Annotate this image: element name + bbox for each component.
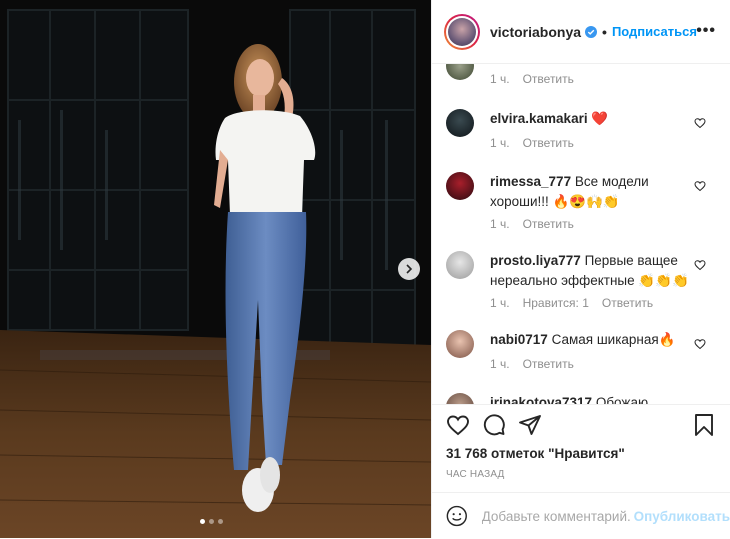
carousel-dot [218, 519, 223, 524]
reply-button[interactable]: Ответить [523, 136, 574, 150]
post-modal: victoriabonya • Подписаться ••• 1 ч. Отв… [0, 0, 730, 538]
paper-plane-icon[interactable] [518, 413, 542, 437]
carousel-indicator [200, 519, 223, 524]
commenter-username[interactable]: rimessa_777 [490, 174, 571, 189]
likes-count[interactable]: 31 768 отметок "Нравится" [446, 446, 625, 461]
post-actions: 31 768 отметок "Нравится" ЧАС НАЗАД [432, 404, 730, 480]
comment-like-icon[interactable] [694, 117, 706, 129]
comment-likes[interactable]: Нравится: 1 [523, 296, 589, 310]
comment-body: elvira.kamakari ❤️ [490, 109, 692, 129]
author-avatar[interactable] [444, 13, 480, 50]
add-comment-bar: Опубликовать [432, 492, 730, 539]
comment-like-icon[interactable] [694, 259, 706, 271]
comment-time[interactable]: 1 ч. [490, 357, 510, 371]
post-timestamp[interactable]: ЧАС НАЗАД [446, 469, 505, 480]
carousel-dot [200, 519, 205, 524]
commenter-avatar[interactable] [446, 330, 474, 358]
comment-meta: 1 ч. Нравится: 1 Ответить [490, 296, 653, 310]
comment-body: prosto.liya777 Первые ващее нереально эф… [490, 251, 692, 291]
commenter-avatar[interactable] [446, 393, 474, 404]
reply-button[interactable]: Ответить [523, 217, 574, 231]
comment-time[interactable]: 1 ч. [490, 217, 510, 231]
chevron-right-icon [406, 264, 413, 274]
comment-text: Обожаю [595, 395, 649, 404]
comments-list[interactable]: 1 ч. Ответить elvira.kamakari ❤️ 1 ч. От… [432, 64, 730, 404]
commenter-avatar[interactable] [446, 172, 474, 200]
author-username[interactable]: victoriabonya [490, 24, 581, 40]
post-header: victoriabonya • Подписаться ••• [432, 0, 730, 64]
comment-input[interactable] [479, 507, 634, 525]
comment-body: irinakotova7317 Обожаю [490, 393, 692, 404]
comment-time[interactable]: 1 ч. [490, 72, 510, 86]
follow-button[interactable]: Подписаться [612, 24, 697, 39]
commenter-avatar[interactable] [446, 251, 474, 279]
photo-scene [0, 0, 431, 538]
heart-icon[interactable] [446, 413, 470, 437]
comment-meta: 1 ч. Ответить [490, 357, 574, 371]
post-sidebar: victoriabonya • Подписаться ••• 1 ч. Отв… [431, 0, 730, 538]
commenter-username[interactable]: prosto.liya777 [490, 253, 581, 268]
commenter-username[interactable]: irinakotova7317 [490, 395, 592, 404]
reply-button[interactable]: Ответить [602, 296, 653, 310]
carousel-dot [209, 519, 214, 524]
comment-body: nabi0717 Самая шикарная🔥 [490, 330, 692, 350]
publish-comment-button[interactable]: Опубликовать [634, 509, 730, 524]
comment-like-icon[interactable] [694, 338, 706, 350]
comment-meta: 1 ч. Ответить [490, 72, 574, 86]
bookmark-icon[interactable] [692, 413, 716, 437]
comment-icon[interactable] [482, 413, 506, 437]
reply-button[interactable]: Ответить [523, 72, 574, 86]
comment-time[interactable]: 1 ч. [490, 296, 510, 310]
verified-badge-icon [585, 25, 598, 38]
commenter-avatar[interactable] [446, 64, 474, 80]
commenter-avatar[interactable] [446, 109, 474, 137]
comment-text: ❤️ [591, 111, 609, 126]
comment-text: Самая шикарная🔥 [551, 332, 676, 347]
reply-button[interactable]: Ответить [523, 357, 574, 371]
header-separator: • [602, 23, 607, 40]
next-photo-button[interactable] [398, 258, 420, 280]
comment-meta: 1 ч. Ответить [490, 136, 574, 150]
action-icons [446, 413, 716, 439]
commenter-username[interactable]: nabi0717 [490, 332, 548, 347]
comment-meta: 1 ч. Ответить [490, 217, 574, 231]
emoji-icon[interactable] [446, 505, 468, 527]
more-options-icon[interactable]: ••• [696, 22, 716, 40]
post-photo[interactable] [0, 0, 431, 538]
comment-time[interactable]: 1 ч. [490, 136, 510, 150]
commenter-username[interactable]: elvira.kamakari [490, 111, 588, 126]
comment-like-icon[interactable] [694, 180, 706, 192]
comment-body: rimessa_777 Все модели хороши!!! 🔥😍🙌👏 [490, 172, 692, 212]
